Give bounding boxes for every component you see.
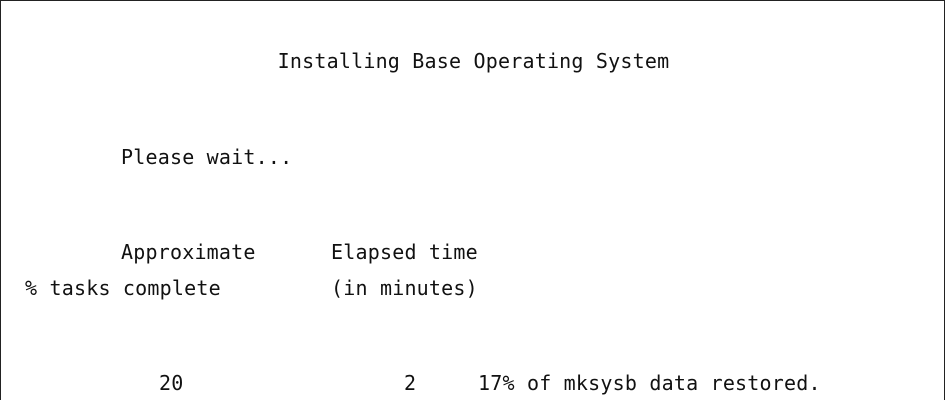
percent-complete-value: 20 [159, 371, 184, 395]
elapsed-time-value: 2 [404, 371, 417, 395]
wait-message: Please wait... [121, 145, 293, 169]
tasks-column-header-line2: % tasks complete [25, 276, 221, 300]
install-progress-screen: Installing Base Operating System Please … [0, 0, 945, 400]
time-column-header-line1: Elapsed time [331, 240, 478, 264]
time-column-header-line2: (in minutes) [331, 276, 478, 300]
screen-title: Installing Base Operating System [277, 49, 670, 73]
restore-status-message: 17% of mksysb data restored. [478, 371, 821, 395]
tasks-column-header-line1: Approximate [121, 240, 256, 264]
